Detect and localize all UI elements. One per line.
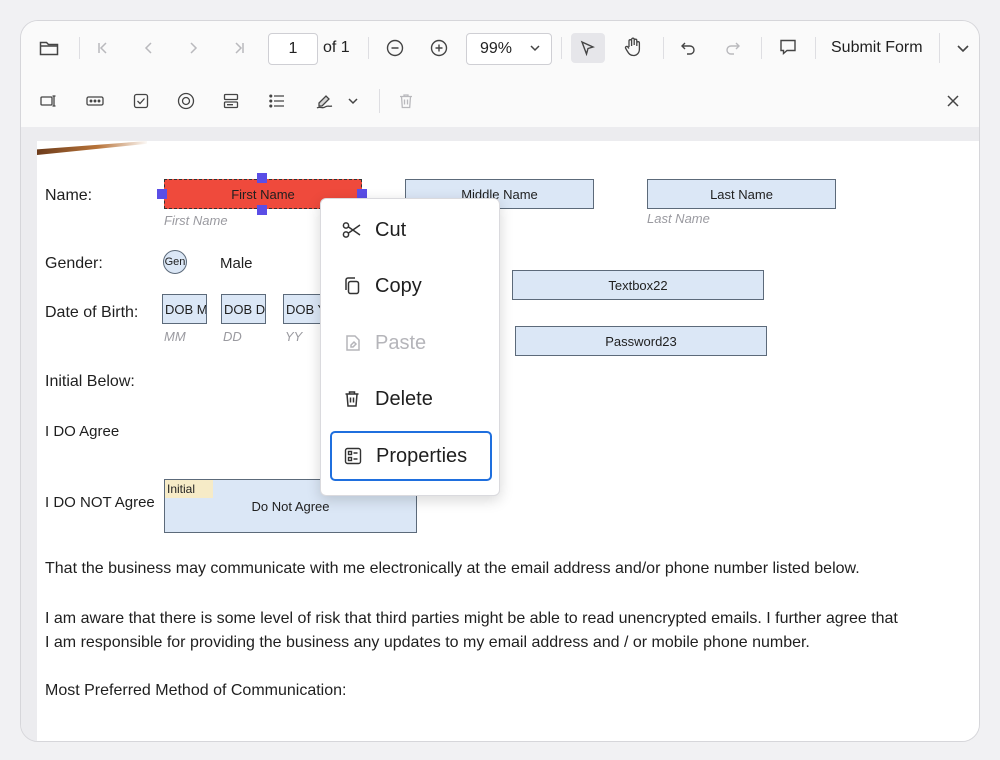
next-page-icon[interactable] [181, 36, 205, 60]
menu-item-cut[interactable]: Cut [331, 207, 491, 253]
listbox-tool-icon[interactable] [265, 89, 289, 113]
resize-handle[interactable] [257, 205, 267, 215]
gender-radio-button[interactable]: Gen [163, 250, 187, 274]
name-label: Name: [45, 187, 93, 204]
open-folder-icon[interactable] [37, 36, 61, 60]
close-icon[interactable] [941, 89, 965, 113]
year-hint: YY [285, 329, 303, 344]
comment-icon[interactable] [776, 35, 800, 59]
scissors-icon [341, 219, 363, 241]
radio-button-tool-icon[interactable] [174, 89, 198, 113]
paragraph-electronic-communication: That the business may communicate with m… [45, 560, 860, 577]
pdf-page: Name: First Name First Name Middle Name … [37, 141, 979, 741]
copy-icon [341, 275, 363, 297]
i-do-not-agree-label: I DO NOT Agree [45, 494, 155, 511]
chevron-down-icon[interactable] [951, 36, 975, 60]
resize-handle[interactable] [157, 189, 167, 199]
initial-below-label: Initial Below: [45, 373, 135, 390]
menu-item-properties[interactable]: Properties [330, 431, 492, 481]
properties-icon [342, 445, 364, 467]
dropdown-tool-icon[interactable] [219, 89, 243, 113]
redo-icon[interactable] [721, 36, 745, 60]
document-viewer: Name: First Name First Name Middle Name … [21, 127, 979, 741]
zoom-in-icon[interactable] [427, 36, 451, 60]
checkbox-tool-icon[interactable] [129, 89, 153, 113]
paragraph-risk-line-1: I am aware that there is some level of r… [45, 610, 898, 627]
textbox22-field[interactable]: Textbox22 [512, 270, 764, 300]
context-menu: Cut Copy Paste Delete Properties [320, 198, 500, 496]
brand-graphic [37, 141, 147, 155]
last-name-hint: Last Name [647, 211, 710, 226]
dob-year-field[interactable]: DOB Y [283, 294, 323, 324]
zoom-out-icon[interactable] [383, 36, 407, 60]
signature-tool-icon[interactable] [313, 89, 337, 113]
previous-page-icon[interactable] [137, 36, 161, 60]
delete-field-icon[interactable] [394, 89, 418, 113]
menu-item-copy[interactable]: Copy [331, 263, 491, 309]
preferred-method-label: Most Preferred Method of Communication: [45, 682, 347, 699]
chevron-down-icon[interactable] [343, 89, 363, 113]
first-page-icon[interactable] [91, 36, 115, 60]
pdf-viewer-window: 1 of 1 99% Submit Form Name: First Name … [20, 20, 980, 742]
password23-field[interactable]: Password23 [515, 326, 767, 356]
menu-item-delete[interactable]: Delete [331, 376, 491, 422]
initial-tag: Initial [165, 480, 213, 498]
page-count: of 1 [323, 39, 350, 56]
day-hint: DD [223, 329, 242, 344]
dob-label: Date of Birth: [45, 304, 139, 321]
undo-icon[interactable] [676, 36, 700, 60]
male-label: Male [220, 255, 253, 272]
pan-hand-icon[interactable] [621, 35, 645, 59]
zoom-select[interactable]: 99% [466, 33, 552, 65]
last-page-icon[interactable] [227, 36, 251, 60]
password-tool-icon[interactable] [83, 89, 107, 113]
trash-icon [341, 388, 363, 410]
dob-day-field[interactable]: DOB Da [221, 294, 266, 324]
paste-icon [341, 332, 363, 354]
paragraph-risk-line-2: I am responsible for providing the busin… [45, 634, 810, 651]
menu-item-paste[interactable]: Paste [331, 320, 491, 366]
page-number-input[interactable]: 1 [268, 33, 318, 65]
selection-cursor-icon[interactable] [576, 36, 600, 60]
form-designer-toolbar [21, 75, 979, 127]
month-hint: MM [164, 329, 186, 344]
i-do-agree-label: I DO Agree [45, 423, 120, 440]
main-toolbar: 1 of 1 99% Submit Form [21, 21, 979, 76]
submit-form-button[interactable]: Submit Form [831, 33, 923, 63]
dob-month-field[interactable]: DOB Mo [162, 294, 207, 324]
resize-handle[interactable] [257, 173, 267, 183]
gender-label: Gender: [45, 255, 103, 272]
last-name-field[interactable]: Last Name [647, 179, 836, 209]
textbox-tool-icon[interactable] [37, 89, 61, 113]
first-name-hint: First Name [164, 213, 228, 228]
chevron-down-icon [530, 45, 540, 52]
